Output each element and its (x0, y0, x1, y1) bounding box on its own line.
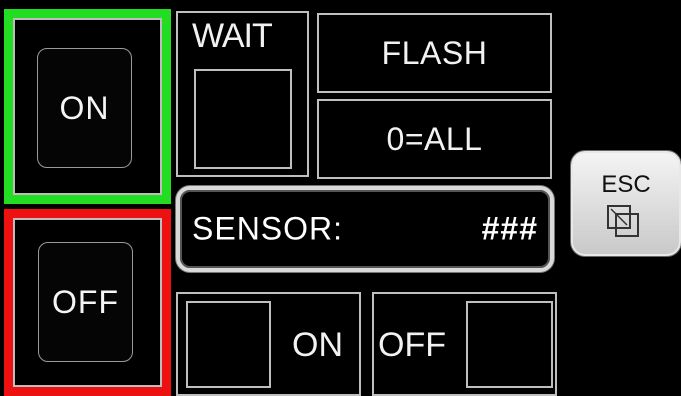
bottom-on-panel[interactable]: ON (176, 292, 361, 396)
bottom-off-indicator (466, 301, 553, 388)
flash-button[interactable]: FLASH (317, 13, 552, 93)
overlapping-squares-icon (607, 205, 639, 237)
bottom-off-label: OFF (378, 326, 446, 364)
bottom-on-label: ON (292, 326, 343, 364)
all-label: 0=ALL (386, 120, 483, 157)
sensor-value: ### (481, 210, 538, 247)
on-button-label: ON (59, 89, 110, 126)
off-button-frame: OFF (4, 209, 171, 396)
esc-button[interactable]: ESC (571, 151, 681, 256)
wait-panel[interactable]: WAIT (176, 11, 309, 177)
sensor-display: SENSOR: ### (176, 186, 554, 272)
wait-indicator (194, 69, 292, 169)
all-button[interactable]: 0=ALL (317, 99, 552, 179)
bottom-on-indicator (186, 301, 271, 388)
off-button-face[interactable]: OFF (38, 242, 133, 362)
flash-label: FLASH (381, 34, 488, 71)
bottom-off-panel[interactable]: OFF (372, 292, 557, 396)
off-button-label: OFF (52, 283, 119, 320)
on-button[interactable]: ON (13, 18, 162, 195)
wait-label: WAIT (192, 17, 273, 55)
sensor-label: SENSOR: (192, 210, 344, 247)
on-button-frame: ON (4, 9, 171, 204)
on-button-face[interactable]: ON (37, 48, 132, 168)
esc-label: ESC (601, 171, 651, 198)
off-button[interactable]: OFF (13, 218, 162, 387)
